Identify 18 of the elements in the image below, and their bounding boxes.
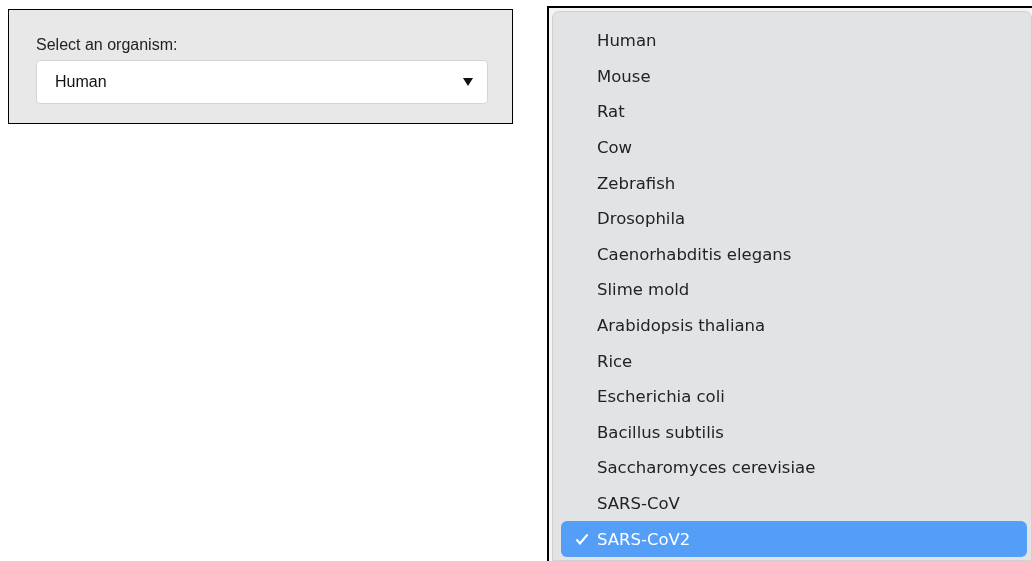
menu-item[interactable]: Slime mold: [561, 272, 1027, 308]
checkmark-icon: [575, 533, 589, 546]
menu-item[interactable]: Caenorhabditis elegans: [561, 236, 1027, 273]
menu-item[interactable]: Human: [561, 23, 1027, 59]
menu-item[interactable]: Bacillus subtilis: [561, 414, 1027, 451]
menu-item[interactable]: Rice: [561, 343, 1027, 379]
menu-item[interactable]: Saccharomyces cerevisiae: [561, 450, 1027, 486]
organism-select[interactable]: Human: [36, 60, 488, 104]
menu-item[interactable]: Drosophila: [561, 200, 1027, 237]
menu-item[interactable]: Escherichia coli: [561, 378, 1027, 415]
field-label: Select an organism:: [36, 36, 179, 54]
menu-item[interactable]: Zebrafish: [561, 165, 1027, 201]
menu-item[interactable]: Cow: [561, 129, 1027, 166]
menu-item[interactable]: SARS-CoV: [561, 485, 1027, 522]
menu-item[interactable]: Mouse: [561, 58, 1027, 95]
caret-icon: [463, 78, 473, 86]
menu-item[interactable]: Rat: [561, 94, 1027, 130]
menu-item[interactable]: Arabidopsis thaliana: [561, 307, 1027, 344]
